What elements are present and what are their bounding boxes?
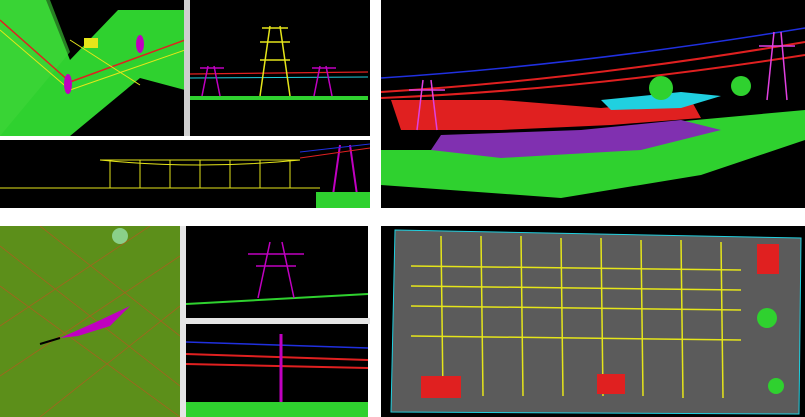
panel-bottom-right: [381, 226, 805, 417]
top-view[interactable]: [0, 0, 184, 136]
tower-magenta: [248, 241, 304, 299]
ground-line: [186, 402, 368, 417]
top-view-terrain[interactable]: [0, 226, 180, 417]
conductor-red: [186, 363, 368, 369]
ground-line: [190, 96, 368, 100]
red-building: [757, 244, 779, 274]
tree: [112, 228, 128, 244]
tower-magenta: [64, 74, 72, 94]
red-building: [597, 374, 625, 394]
conductor-red: [186, 353, 368, 361]
vertical-divider: [184, 0, 190, 136]
trees: [649, 76, 673, 100]
perspective-view[interactable]: [381, 0, 805, 208]
trees: [731, 76, 751, 96]
tower-magenta-left: [200, 65, 224, 97]
terrain: [0, 226, 180, 417]
tower-magenta-right: [312, 65, 336, 97]
tower-profile-view[interactable]: [190, 0, 368, 136]
tower-magenta: [136, 35, 144, 53]
tower-front-view[interactable]: [186, 226, 368, 318]
tower-yellow: [259, 25, 291, 97]
trees: [757, 308, 777, 328]
conductor-red: [190, 71, 368, 75]
conductor-blue: [186, 341, 368, 349]
panel-top-right: [381, 0, 805, 208]
substation-plan-view[interactable]: [381, 226, 805, 417]
conductor-red: [299, 147, 370, 159]
tower-marker: [84, 38, 98, 48]
substation-profile-view[interactable]: [0, 140, 370, 208]
substation-structures: [99, 159, 301, 188]
ground-line: [186, 293, 368, 305]
conductor-blue: [299, 143, 370, 153]
vegetation: [316, 192, 370, 208]
trees: [768, 378, 784, 394]
panel-bottom-left: [0, 226, 370, 417]
tower-side-view[interactable]: [186, 324, 368, 417]
panel-top-left: [0, 0, 370, 208]
tower-magenta-right: [759, 31, 795, 101]
red-building: [421, 376, 461, 398]
